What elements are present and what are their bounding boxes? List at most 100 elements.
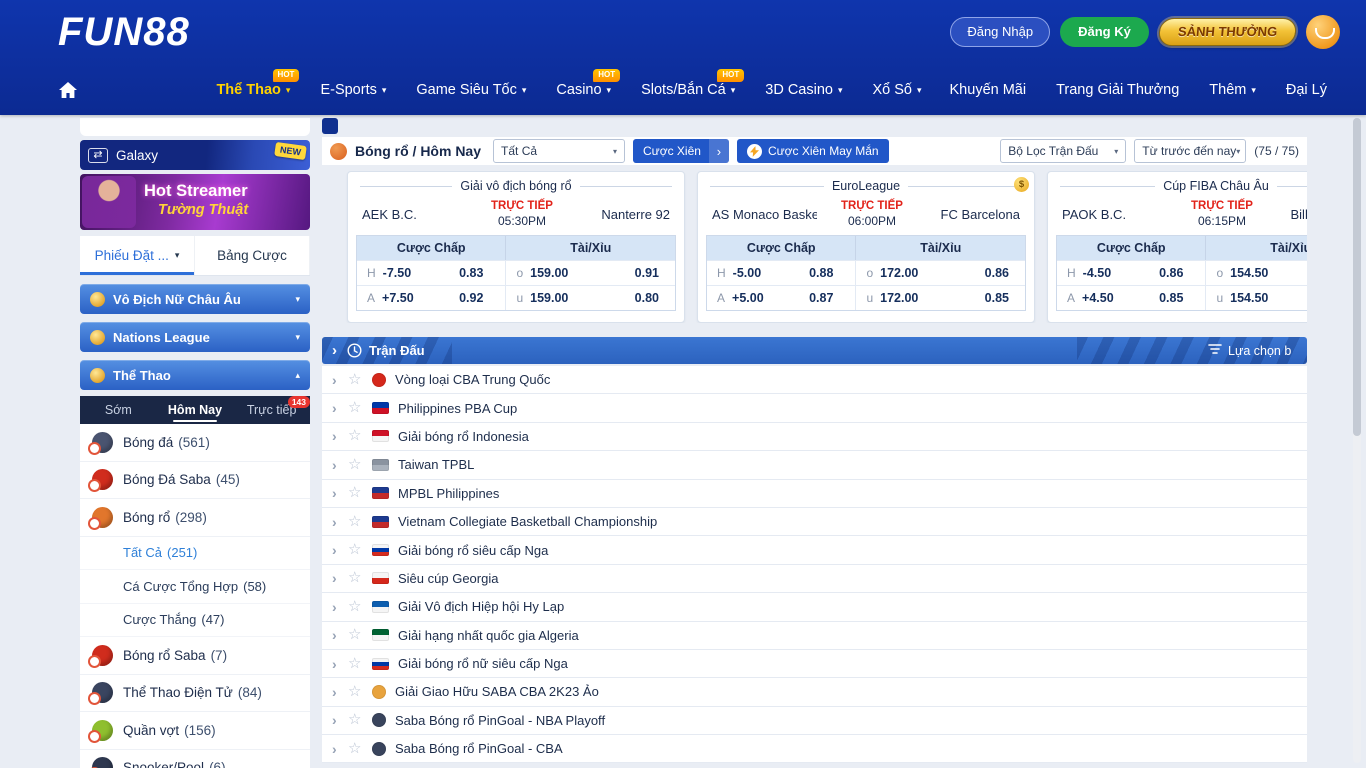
nav-item[interactable]: Đại Lý: [1273, 82, 1340, 98]
tab-odds-board[interactable]: Bảng Cược: [195, 236, 310, 275]
favorite-star-icon[interactable]: ☆: [348, 710, 372, 728]
league-row[interactable]: › ☆ Giải bóng rổ nữ siêu cấp Nga: [322, 650, 1307, 678]
league-row[interactable]: › ☆ Giải hạng nhất quốc gia Algeria: [322, 622, 1307, 650]
handicap-odds-cell[interactable]: A +4.50 0.85: [1057, 286, 1206, 310]
chevron-right-icon[interactable]: ›: [332, 741, 348, 757]
collapse-chevron-icon[interactable]: ›: [332, 342, 337, 359]
sport-row[interactable]: Bóng Đá Saba (45): [80, 462, 310, 500]
nav-item[interactable]: HOT E-Sports ▾: [305, 82, 401, 98]
scrollbar-thumb[interactable]: [1353, 118, 1361, 436]
favorite-star-icon[interactable]: ☆: [348, 654, 372, 672]
tab-bet-slip[interactable]: Phiếu Đặt ... ▾: [80, 236, 195, 275]
league-row[interactable]: › ☆ Giải Giao Hữu SABA CBA 2K23 Ảo: [322, 678, 1307, 706]
sport-row[interactable]: Bóng rổ Saba (7): [80, 637, 310, 675]
handicap-odds-cell[interactable]: H -5.00 0.88: [707, 261, 856, 285]
sidebar-section-header[interactable]: Vô Địch Nữ Châu Âu ▾: [80, 284, 310, 314]
league-row[interactable]: › ☆ Taiwan TPBL: [322, 451, 1307, 479]
chevron-right-icon[interactable]: ›: [332, 712, 348, 728]
favorite-star-icon[interactable]: ☆: [348, 512, 372, 530]
favorite-star-icon[interactable]: ☆: [348, 597, 372, 615]
chevron-right-icon[interactable]: ›: [332, 656, 348, 672]
time-range-select[interactable]: Từ trước đến nay ▾: [1134, 139, 1246, 163]
sport-row[interactable]: Quần vợt (156): [80, 712, 310, 750]
handicap-odds-cell[interactable]: H -4.50 0.86: [1057, 261, 1206, 285]
selection-filter[interactable]: Lựa chọn b: [1208, 337, 1291, 364]
favorite-star-icon[interactable]: ☆: [348, 370, 372, 388]
league-row[interactable]: › ☆ Saba Bóng rổ PinGoal - CBA: [322, 735, 1307, 763]
sidebar-section-header[interactable]: Nations League ▾: [80, 322, 310, 352]
league-row[interactable]: › ☆ Philippines PBA Cup: [322, 394, 1307, 422]
nav-item[interactable]: HOT Xổ Số ▾: [857, 82, 936, 98]
lucky-parlay-button[interactable]: Cược Xiên May Mắn: [737, 139, 889, 163]
search-box-partial[interactable]: [80, 118, 310, 136]
nav-item[interactable]: HOT Game Siêu Tốc ▾: [401, 82, 541, 98]
chevron-right-icon[interactable]: ›: [332, 514, 348, 530]
handicap-odds-cell[interactable]: H -7.50 0.83: [357, 261, 506, 285]
time-tab[interactable]: Sớm: [80, 396, 157, 424]
chevron-right-icon[interactable]: ›: [332, 457, 348, 473]
sport-subcategory[interactable]: Tất Cả (251): [80, 537, 310, 571]
favorite-star-icon[interactable]: ☆: [348, 682, 372, 700]
total-odds-cell[interactable]: u 154.50: [1206, 286, 1307, 310]
favorite-star-icon[interactable]: ☆: [348, 739, 372, 757]
chevron-right-icon[interactable]: ›: [332, 570, 348, 586]
league-row[interactable]: › ☆ Vòng loại CBA Trung Quốc: [322, 366, 1307, 394]
league-row[interactable]: › ☆ Siêu cúp Georgia: [322, 565, 1307, 593]
register-button[interactable]: Đăng Ký: [1060, 17, 1149, 47]
handicap-odds-cell[interactable]: A +5.00 0.87: [707, 286, 856, 310]
total-odds-cell[interactable]: u 172.00 0.85: [856, 286, 1025, 310]
login-button[interactable]: Đăng Nhập: [950, 17, 1050, 47]
favorite-star-icon[interactable]: ☆: [348, 426, 372, 444]
chevron-right-icon[interactable]: ›: [332, 599, 348, 615]
nav-item[interactable]: Trang Giải Thưởng: [1043, 82, 1192, 98]
nav-item[interactable]: HOT Slots/Bắn Cá ▾: [626, 82, 750, 98]
chevron-right-icon[interactable]: ›: [332, 542, 348, 558]
chevron-right-icon[interactable]: ›: [332, 372, 348, 388]
total-odds-cell[interactable]: o 172.00 0.86: [856, 261, 1025, 285]
sport-subcategory[interactable]: Cá Cược Tổng Hợp (58): [80, 570, 310, 604]
nav-item[interactable]: HOT Thể Thao ▾: [201, 82, 305, 98]
league-row[interactable]: › ☆ MPBL Philippines: [322, 480, 1307, 508]
chevron-right-icon[interactable]: ›: [332, 684, 348, 700]
favorite-star-icon[interactable]: ☆: [348, 398, 372, 416]
league-row[interactable]: › ☆ Giải bóng rổ Indonesia: [322, 423, 1307, 451]
league-filter-select[interactable]: Tất Cả ▾: [493, 139, 625, 163]
league-row[interactable]: › ☆ Vietnam Collegiate Basketball Champi…: [322, 508, 1307, 536]
nav-item[interactable]: HOT 3D Casino ▾: [750, 82, 857, 98]
total-odds-cell[interactable]: o 154.50: [1206, 261, 1307, 285]
support-icon[interactable]: [1306, 15, 1340, 49]
chevron-right-icon[interactable]: ›: [332, 400, 348, 416]
time-tab[interactable]: Trực tiếp 143: [233, 396, 310, 424]
sport-row[interactable]: Bóng đá (561): [80, 424, 310, 462]
favorite-star-icon[interactable]: ☆: [348, 540, 372, 558]
league-row[interactable]: › ☆ Giải bóng rổ siêu cấp Nga: [322, 536, 1307, 564]
handicap-odds-cell[interactable]: A +7.50 0.92: [357, 286, 506, 310]
nav-item[interactable]: Thêm ▾: [1196, 82, 1269, 98]
sport-row[interactable]: Snooker/Pool (6): [80, 750, 310, 768]
nav-item[interactable]: Khuyến Mãi: [937, 82, 1040, 98]
page-scrollbar[interactable]: [1353, 118, 1361, 763]
parlay-button[interactable]: Cược Xiên ›: [633, 139, 729, 163]
league-row[interactable]: › ☆ Saba Bóng rổ PinGoal - NBA Playoff: [322, 707, 1307, 735]
favorite-star-icon[interactable]: ☆: [348, 568, 372, 586]
rewards-lobby-button[interactable]: SẢNH THƯỞNG: [1158, 18, 1298, 46]
match-filter-select[interactable]: Bộ Lọc Trận Đấu ▾: [1000, 139, 1126, 163]
sidebar-section-header[interactable]: Thể Thao ▴: [80, 360, 310, 390]
galaxy-banner[interactable]: ⇄ Galaxy NEW: [80, 140, 310, 170]
favorite-star-icon[interactable]: ☆: [348, 483, 372, 501]
chevron-right-icon[interactable]: ›: [332, 428, 348, 444]
nav-item[interactable]: HOT Casino ▾: [541, 82, 626, 98]
sport-subcategory[interactable]: Cược Thắng (47): [80, 604, 310, 638]
home-icon[interactable]: [58, 81, 189, 99]
total-odds-cell[interactable]: o 159.00 0.91: [506, 261, 675, 285]
league-row[interactable]: › ☆ Giải Vô địch Hiệp hội Hy Lạp: [322, 593, 1307, 621]
sport-row[interactable]: Thể Thao Điện Tử (84): [80, 675, 310, 713]
sport-row[interactable]: Bóng rổ (298): [80, 499, 310, 537]
promo-banner[interactable]: Hot Streamer Tường Thuật: [80, 174, 310, 230]
favorite-star-icon[interactable]: ☆: [348, 625, 372, 643]
favorite-star-icon[interactable]: ☆: [348, 455, 372, 473]
chevron-right-icon[interactable]: ›: [332, 485, 348, 501]
total-odds-cell[interactable]: u 159.00 0.80: [506, 286, 675, 310]
time-tab[interactable]: Hôm Nay: [157, 396, 234, 424]
chevron-right-icon[interactable]: ›: [332, 627, 348, 643]
